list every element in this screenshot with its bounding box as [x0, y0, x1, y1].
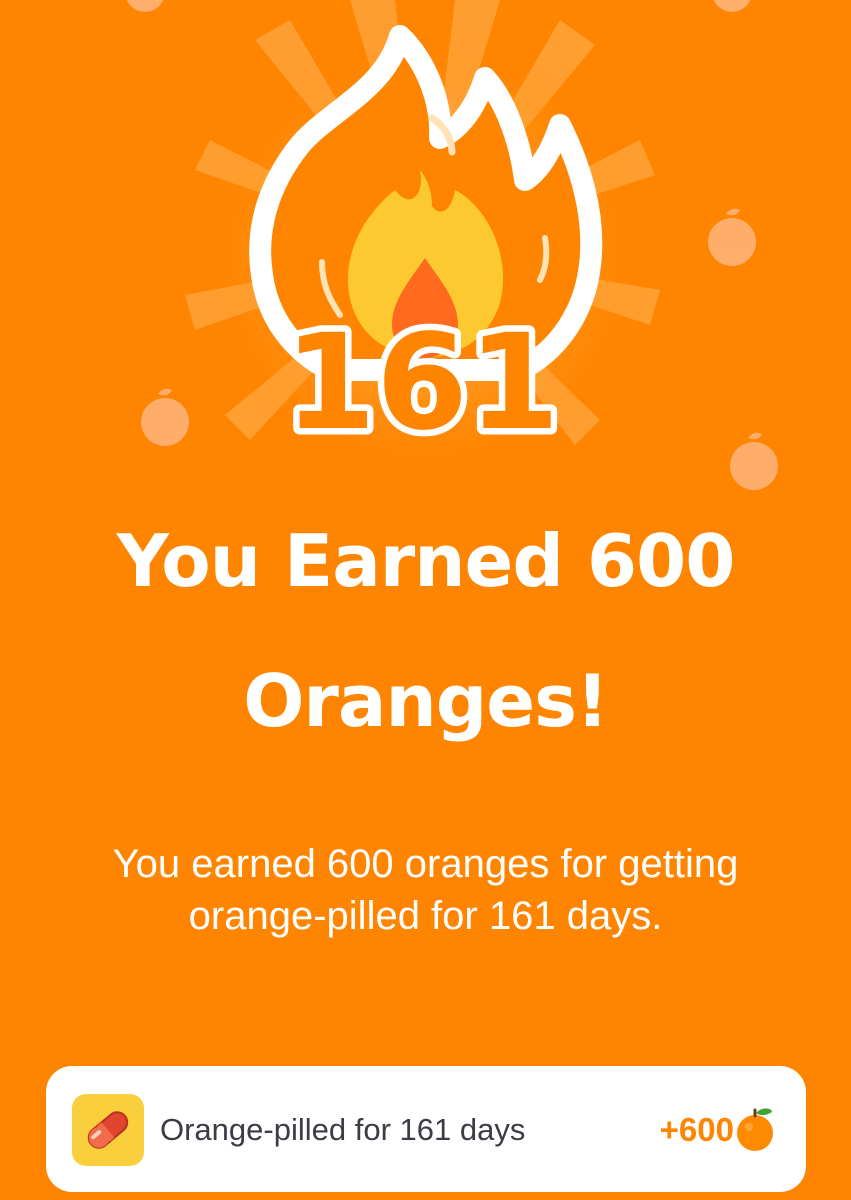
reward-description: You earned 600 oranges for getting orang… — [112, 842, 739, 938]
streak-count: 161 — [284, 306, 560, 460]
headline-line-1: You Earned 600 — [116, 519, 736, 603]
headline-line-2: Oranges! — [243, 659, 609, 743]
reward-amount: +600 — [659, 1111, 734, 1148]
hero-illustration: 161 — [126, 0, 778, 490]
orange-fruit-icon — [737, 1108, 773, 1151]
reward-row: Orange-pilled for 161 days +600 — [46, 1066, 806, 1192]
reward-screen: 161 You Earned 600 Oranges! You earned 6… — [0, 0, 851, 1200]
page-title: You Earned 600 Oranges! — [0, 520, 851, 742]
reward-label: Orange-pilled for 161 days — [160, 1112, 526, 1147]
pill-icon — [72, 1094, 144, 1166]
